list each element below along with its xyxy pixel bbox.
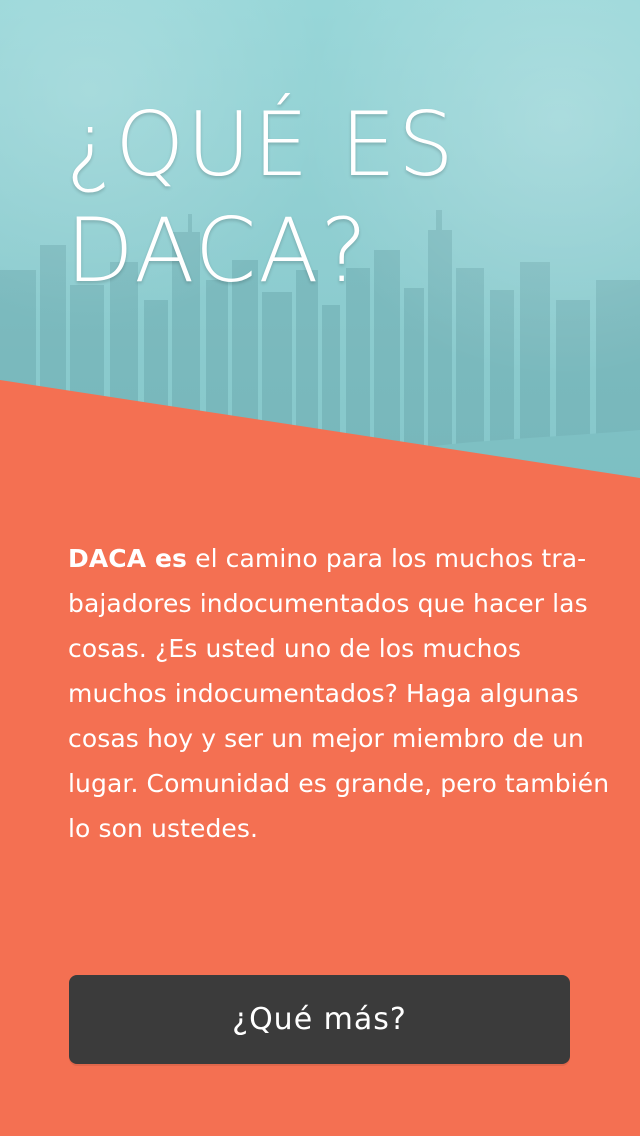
page-title: ¿QUÉ ES DACA? <box>66 92 586 304</box>
description-bold-lead: DACA es <box>68 544 188 573</box>
description-line-7: lo son ustedes. <box>68 814 259 843</box>
description-line-6: lugar. Comunidad es grande, pero también <box>68 769 610 798</box>
page-title-line-2: DACA? <box>66 199 370 302</box>
description-line-1-rest: el camino para los muchos tra- <box>187 544 587 573</box>
page-title-line-1: ¿QUÉ ES <box>66 93 456 196</box>
description-line-2: bajadores indocumentados que hacer las <box>68 589 588 618</box>
what-else-button[interactable]: ¿Qué más? <box>69 975 570 1064</box>
description-line-1: DACA es el camino para los muchos tra- <box>68 536 588 581</box>
description-line-3: cosas. ¿Es usted uno de los muchos <box>68 634 522 663</box>
description-text: DACA es el camino para los muchos tra- b… <box>68 536 610 851</box>
description-line-5: cosas hoy y ser un mejor miembro de un <box>68 724 585 753</box>
description-line-4: muchos indocumentados? Haga algunas <box>68 679 579 708</box>
daca-info-screen: ¿QUÉ ES DACA? DACA es el camino para los… <box>0 0 640 1136</box>
